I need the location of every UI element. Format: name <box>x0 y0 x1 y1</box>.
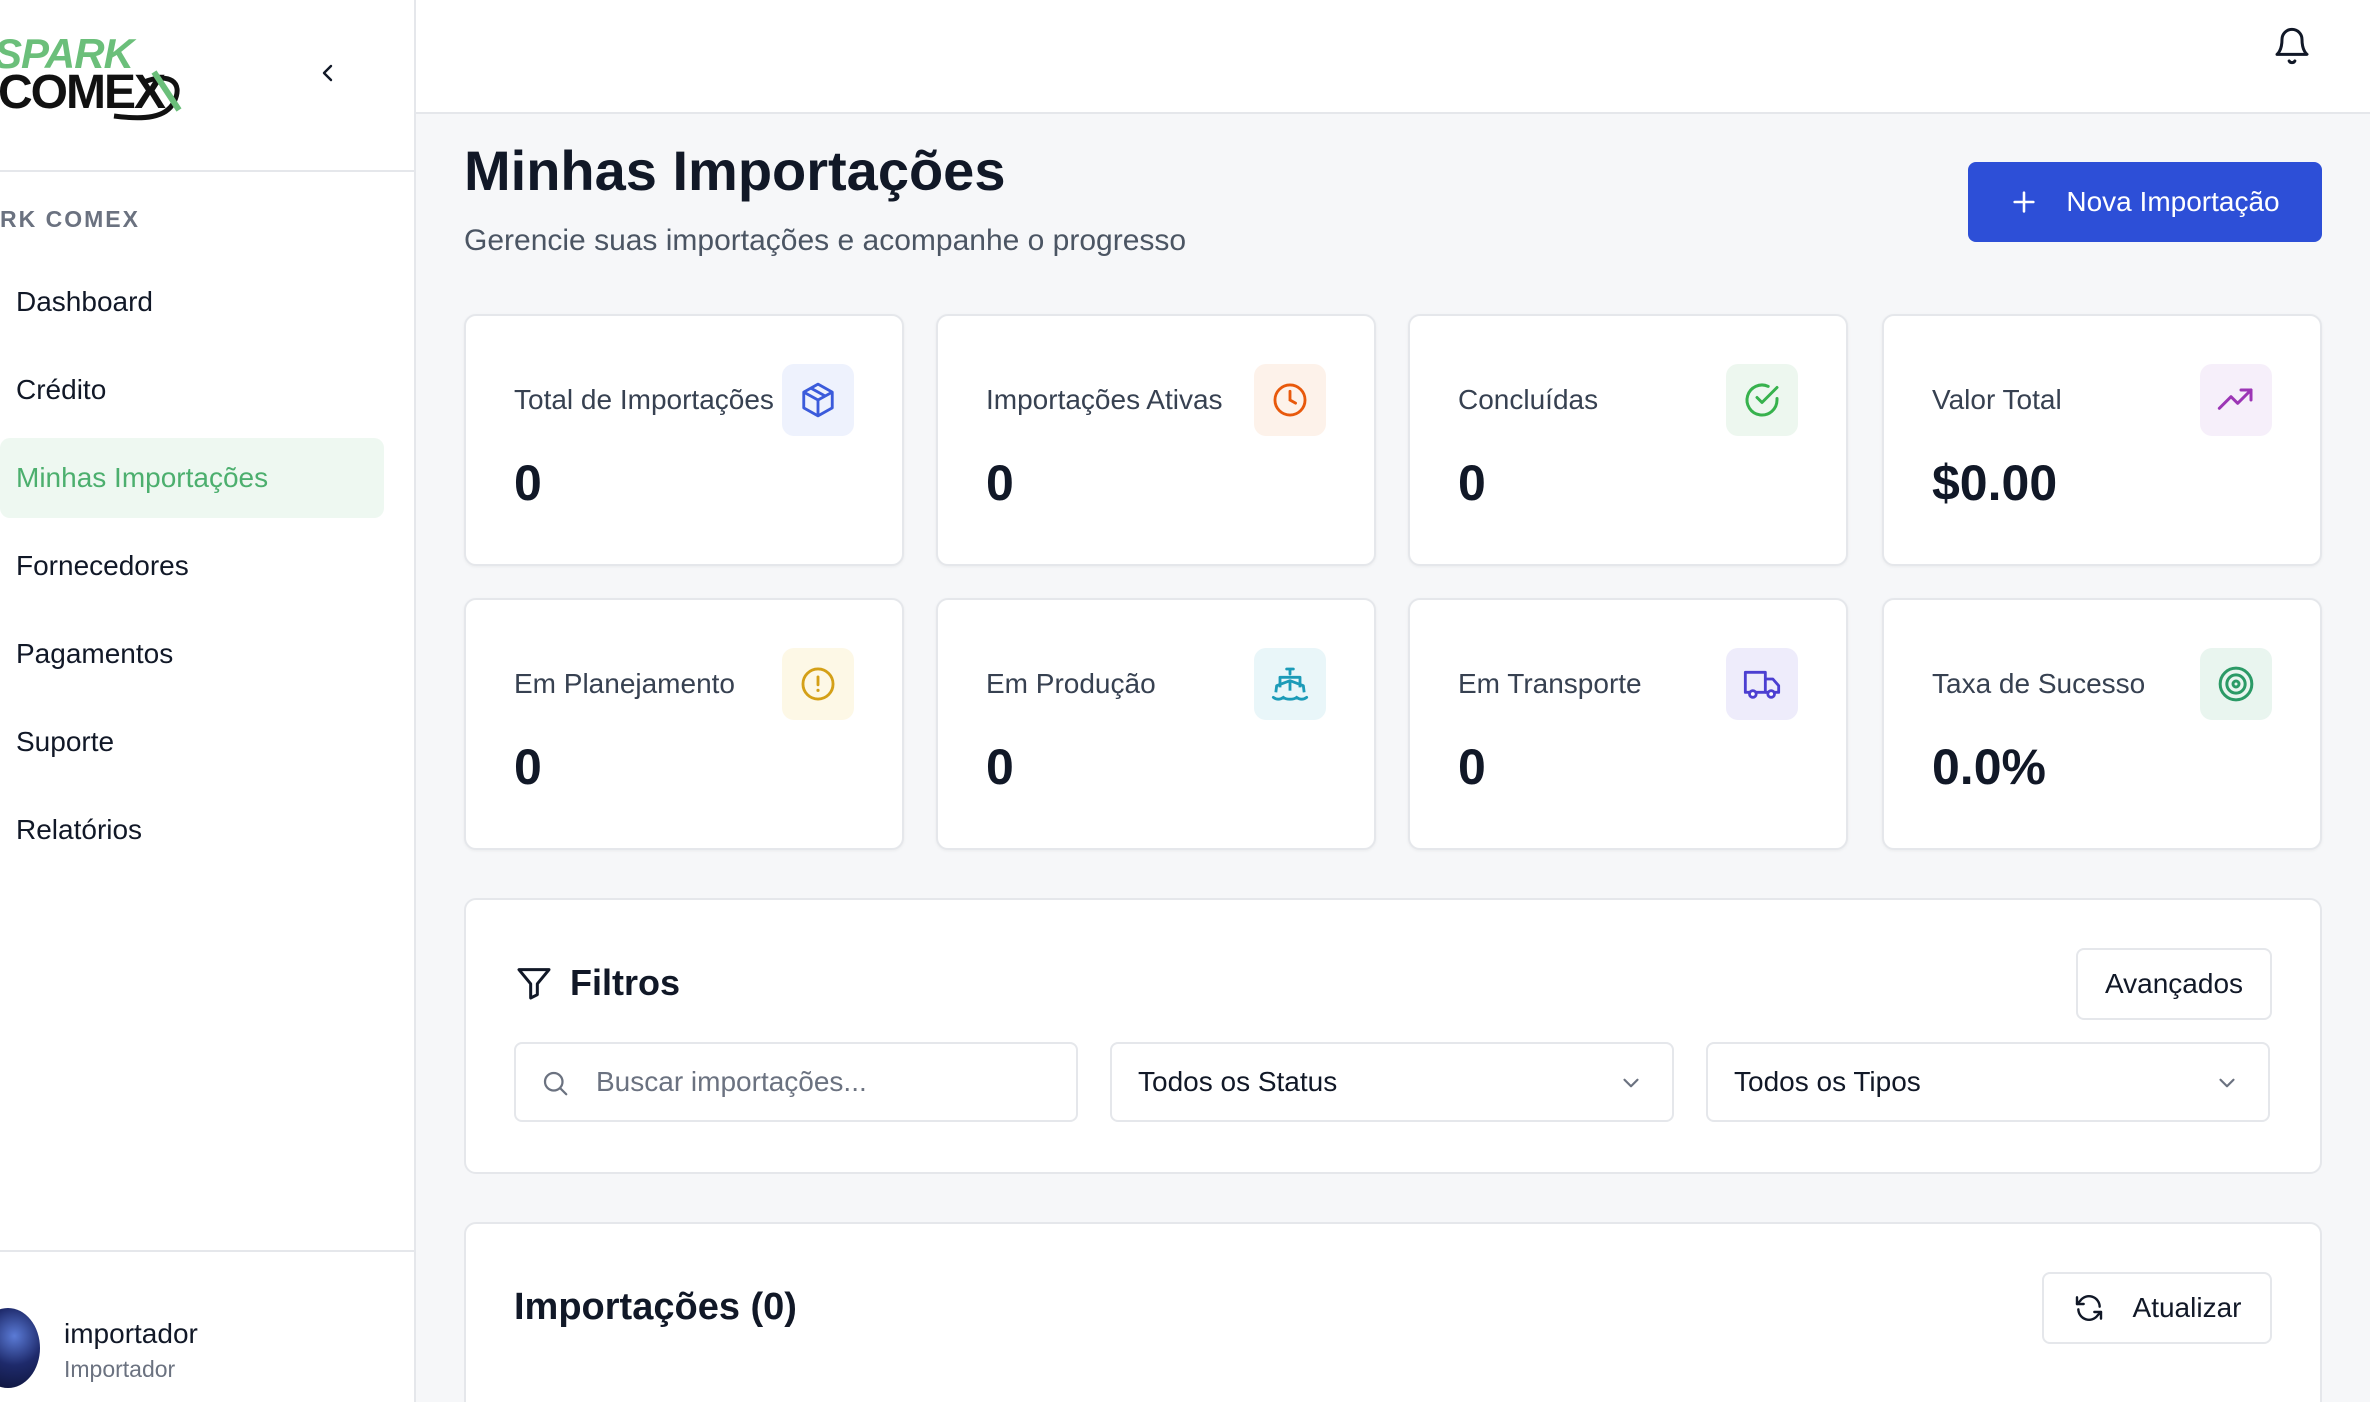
sidebar-nav: Dashboard Crédito Minhas Importações For… <box>0 262 384 878</box>
logo-swoosh-icon <box>113 70 182 121</box>
type-select-value: Todos os Tipos <box>1734 1066 1921 1097</box>
chevron-down-icon <box>2219 1078 2235 1088</box>
check-circle-icon <box>1745 383 1779 417</box>
user-profile[interactable]: importador Importador <box>0 1250 414 1402</box>
filters-title: Filtros <box>570 962 681 1003</box>
filters-heading: Filtros <box>514 962 680 1004</box>
sidebar-item-dashboard[interactable]: Dashboard <box>0 262 384 342</box>
stat-icon-box <box>782 648 854 720</box>
ship-icon <box>1271 667 1309 701</box>
stat-label: Em Transporte <box>1458 668 1642 699</box>
stat-value: 0.0% <box>1932 739 2046 795</box>
user-role: Importador <box>64 1356 176 1382</box>
refresh-button[interactable]: Atualizar <box>2042 1272 2272 1344</box>
page-title: Minhas Importações <box>464 139 1006 202</box>
chevron-down-icon <box>1623 1078 1639 1088</box>
stat-value: 0 <box>514 455 542 511</box>
plus-icon <box>2013 191 2036 213</box>
stat-value: 0 <box>514 739 542 795</box>
search-icon <box>543 1071 568 1096</box>
sidebar-section-label: RK COMEX <box>0 206 140 232</box>
stat-icon-box <box>1254 648 1326 720</box>
stat-value: $0.00 <box>1932 455 2058 511</box>
refresh-icon <box>2075 1295 2102 1321</box>
refresh-label: Atualizar <box>2132 1292 2242 1323</box>
stat-label: Em Planejamento <box>514 668 736 699</box>
stat-card-transport: Em Transporte 0 <box>1408 598 1848 850</box>
filters-panel: Filtros Avançados Todos os Status Todos … <box>464 898 2322 1174</box>
search-field <box>514 1042 1078 1122</box>
stat-icon-box <box>2200 364 2272 436</box>
stat-label: Concluídas <box>1458 384 1599 415</box>
imports-title: Importações (0) <box>514 1286 797 1328</box>
stat-card-planning: Em Planejamento 0 <box>464 598 904 850</box>
sidebar-item-pagamentos[interactable]: Pagamentos <box>0 614 384 694</box>
page-subtitle: Gerencie suas importações e acompanhe o … <box>464 224 1187 257</box>
filter-icon <box>517 968 551 1000</box>
sidebar-item-suporte[interactable]: Suporte <box>0 702 384 782</box>
search-input[interactable] <box>596 1044 1056 1120</box>
collapse-sidebar-button[interactable] <box>310 55 346 91</box>
stat-card-production: Em Produção 0 <box>936 598 1376 850</box>
type-select[interactable]: Todos os Tipos <box>1706 1042 2270 1122</box>
alert-circle-icon <box>801 667 835 701</box>
sidebar-item-minhas-importacoes[interactable]: Minhas Importações <box>0 438 384 518</box>
notifications-button[interactable] <box>2272 26 2312 66</box>
stat-value: 0 <box>986 739 1014 795</box>
avatar <box>0 1308 40 1388</box>
imports-panel: Importações (0) Atualizar <box>464 1222 2322 1402</box>
sidebar-item-credito[interactable]: Crédito <box>0 350 384 430</box>
stat-label: Importações Ativas <box>986 384 1223 415</box>
topbar <box>416 0 2370 114</box>
stat-value: 0 <box>986 455 1014 511</box>
stat-label: Em Produção <box>986 668 1156 699</box>
package-icon <box>802 382 834 418</box>
stat-card-active: Importações Ativas 0 <box>936 314 1376 566</box>
stat-label: Taxa de Sucesso <box>1932 668 2146 699</box>
trending-up-icon <box>2217 388 2253 410</box>
sidebar-item-fornecedores[interactable]: Fornecedores <box>0 526 384 606</box>
stat-card-total: Total de Importações 0 <box>464 314 904 566</box>
sidebar: SPARK COMEX RK COMEX Dashboard Crédito M… <box>0 0 416 1402</box>
bell-icon <box>2275 27 2309 65</box>
spark-comex-logo[interactable]: SPARK COMEX <box>0 32 194 128</box>
user-name: importador <box>64 1318 198 1349</box>
new-import-label: Nova Importação <box>2066 186 2280 217</box>
clock-icon <box>1273 383 1307 417</box>
stat-icon-box <box>1726 364 1798 436</box>
truck-icon <box>1743 670 1781 699</box>
target-icon <box>2218 666 2254 702</box>
sidebar-item-relatorios[interactable]: Relatórios <box>0 790 384 870</box>
stat-icon-box <box>2200 648 2272 720</box>
stat-card-success-rate: Taxa de Sucesso 0.0% <box>1882 598 2322 850</box>
stat-icon-box <box>1726 648 1798 720</box>
stat-icon-box <box>782 364 854 436</box>
status-select-value: Todos os Status <box>1138 1066 1338 1097</box>
stat-card-completed: Concluídas 0 <box>1408 314 1848 566</box>
chevron-left-icon <box>322 64 333 82</box>
stat-value: 0 <box>1458 455 1486 511</box>
stat-icon-box <box>1254 364 1326 436</box>
status-select[interactable]: Todos os Status <box>1110 1042 1674 1122</box>
logo-area: SPARK COMEX <box>0 0 414 172</box>
advanced-filters-button[interactable]: Avançados <box>2076 948 2272 1020</box>
stat-label: Valor Total <box>1932 384 2062 415</box>
new-import-button[interactable]: Nova Importação <box>1968 162 2322 242</box>
stat-value: 0 <box>1458 739 1486 795</box>
stat-card-total-value: Valor Total $0.00 <box>1882 314 2322 566</box>
stat-label: Total de Importações <box>514 384 774 415</box>
